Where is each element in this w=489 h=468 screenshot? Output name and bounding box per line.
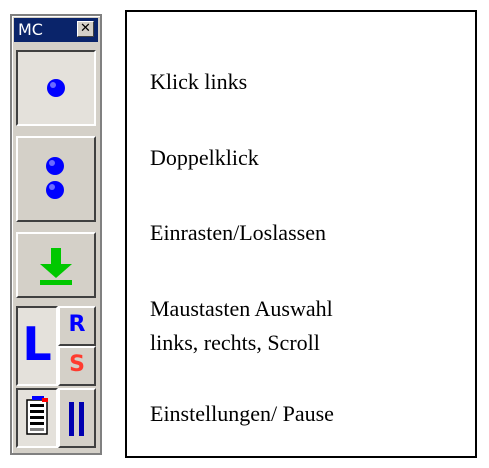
legend-box: Klick links Doppelklick Einrasten/Loslas… — [125, 10, 477, 458]
right-letter: R — [68, 312, 86, 337]
settings-panel-icon — [26, 396, 48, 435]
click-left-button[interactable] — [16, 50, 96, 126]
double-click-button[interactable] — [16, 136, 96, 222]
close-button[interactable]: ✕ — [77, 21, 94, 37]
legend-double-click: Doppelklick — [150, 145, 259, 170]
mouse-button-select-left[interactable]: L — [16, 306, 58, 386]
legend-drag-lock: Einrasten/Loslassen — [150, 220, 326, 245]
mouse-button-select-scroll[interactable]: S — [58, 346, 96, 386]
drag-lock-button[interactable] — [16, 232, 96, 298]
settings-button[interactable] — [16, 388, 58, 448]
double-blue-dot-icon — [46, 157, 64, 199]
legend-button-select-detail: links, rechts, Scroll — [150, 330, 320, 355]
legend-settings-pause: Einstellungen/ Pause — [150, 401, 334, 426]
scroll-letter: S — [69, 352, 85, 377]
legend-button-select: Maustasten Auswahl — [150, 296, 333, 321]
pause-icon — [69, 402, 84, 436]
mc-title: MC — [18, 20, 43, 39]
legend-click-left: Klick links — [150, 69, 248, 94]
mouse-button-select-right[interactable]: R — [58, 306, 96, 346]
left-letter: L — [22, 317, 52, 371]
mc-toolbar-window: MC ✕ L R S — [10, 14, 102, 455]
mc-title-bar[interactable]: MC ✕ — [14, 18, 98, 42]
pause-button[interactable] — [58, 388, 96, 448]
single-blue-dot-icon — [47, 79, 65, 97]
green-down-arrow-icon — [40, 248, 72, 285]
